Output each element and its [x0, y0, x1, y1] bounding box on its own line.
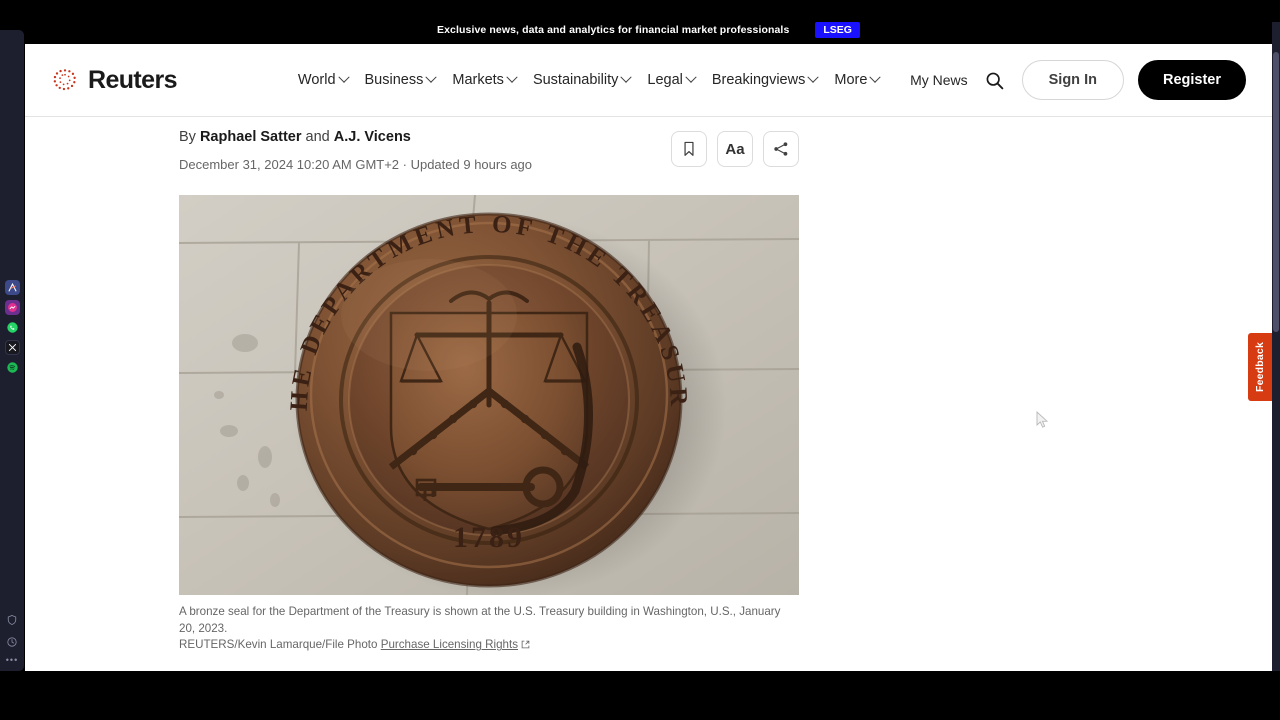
reuters-dots-logo-icon: [53, 69, 76, 91]
page-scrollbar[interactable]: [1272, 22, 1280, 671]
byline-prefix: By: [179, 129, 200, 145]
arc-app-icon: [8, 282, 16, 292]
search-icon: [986, 72, 1004, 89]
author-link-1[interactable]: Raphael Satter: [200, 129, 302, 145]
article-image[interactable]: THE DEPARTMENT OF THE TREASURY: [179, 195, 799, 596]
register-button[interactable]: Register: [1137, 60, 1246, 100]
nav-item-business[interactable]: Business: [364, 68, 438, 92]
nav-item-sustainability[interactable]: Sustainability: [532, 68, 633, 92]
promo-banner[interactable]: Exclusive news, data and analytics for f…: [25, 22, 1272, 44]
sidebar-app-1[interactable]: [4, 280, 20, 295]
more-options-icon[interactable]: •••: [6, 656, 18, 665]
nav-item-legal[interactable]: Legal: [647, 68, 697, 92]
history-clock-icon[interactable]: [5, 635, 19, 649]
nav-label-more: More: [834, 72, 868, 88]
share-icon: [774, 142, 788, 156]
feedback-label: Feedback: [1254, 341, 1266, 393]
caption-text: A bronze seal for the Department of the …: [179, 605, 781, 635]
svg-text:1789: 1789: [453, 521, 525, 554]
spotify-icon: [6, 362, 18, 373]
lseg-badge[interactable]: LSEG: [815, 22, 860, 38]
shield-icon[interactable]: [5, 613, 19, 627]
nav-label-sustainability: Sustainability: [532, 72, 619, 88]
feedback-tab[interactable]: Feedback: [1248, 333, 1272, 401]
chevron-down-icon: [337, 71, 350, 83]
sidebar-tools: •••: [5, 613, 19, 671]
treasury-seal-photo: THE DEPARTMENT OF THE TREASURY: [179, 195, 799, 596]
article-body: By Raphael Satter and A.J. Vicens Decemb…: [25, 117, 1272, 671]
nav-label-legal: Legal: [647, 72, 683, 88]
byline-row: By Raphael Satter and A.J. Vicens Decemb…: [179, 117, 799, 173]
external-link-icon[interactable]: [521, 638, 530, 654]
nav-label-business: Business: [364, 72, 424, 88]
text-size-button[interactable]: Aa: [717, 131, 753, 167]
byline-block: By Raphael Satter and A.J. Vicens Decemb…: [179, 128, 671, 173]
main-navigation: World Business Markets Sustainability Le…: [297, 68, 882, 92]
nav-label-breakingviews: Breakingviews: [711, 72, 806, 88]
caption-credit: REUTERS/Kevin Lamarque/File Photo: [179, 638, 378, 652]
image-caption: A bronze seal for the Department of the …: [179, 604, 799, 654]
screen: ••• Exclusive news, data and analytics f…: [0, 0, 1280, 720]
reuters-logo[interactable]: Reuters: [51, 65, 178, 94]
nav-item-more[interactable]: More: [834, 68, 882, 92]
author-link-2[interactable]: A.J. Vicens: [334, 129, 411, 145]
sidebar-app-4[interactable]: [4, 340, 20, 355]
chevron-down-icon: [425, 71, 438, 83]
browser-sidebar: •••: [0, 30, 24, 671]
scrollbar-thumb[interactable]: [1273, 52, 1279, 332]
byline-conjunction: and: [301, 129, 334, 145]
article-timestamp: December 31, 2024 10:20 AM GMT+2 · Updat…: [179, 156, 533, 172]
nav-item-world[interactable]: World: [297, 68, 350, 92]
share-button[interactable]: [763, 131, 799, 167]
chevron-down-icon: [869, 71, 882, 83]
whatsapp-icon: [6, 322, 18, 333]
reuters-wordmark: Reuters: [88, 65, 178, 94]
nav-item-breakingviews[interactable]: Breakingviews: [711, 68, 820, 92]
promo-banner-inner: Exclusive news, data and analytics for f…: [25, 22, 1272, 44]
search-button[interactable]: [982, 67, 1008, 93]
x-twitter-icon: [8, 343, 16, 352]
bookmark-icon: [684, 141, 694, 156]
header-actions: My News Sign In Register: [910, 60, 1246, 100]
chevron-down-icon: [620, 71, 633, 83]
article-column: By Raphael Satter and A.J. Vicens Decemb…: [179, 117, 799, 671]
promo-banner-text: Exclusive news, data and analytics for f…: [437, 24, 790, 36]
purchase-licensing-rights-link[interactable]: Purchase Licensing Rights: [381, 638, 518, 651]
page-viewport: Exclusive news, data and analytics for f…: [25, 22, 1272, 671]
messenger-icon: [7, 303, 17, 312]
sidebar-app-3[interactable]: [4, 320, 20, 335]
article-action-buttons: Aa: [671, 128, 799, 167]
nav-item-markets[interactable]: Markets: [452, 68, 518, 92]
sidebar-app-2[interactable]: [4, 300, 20, 315]
sidebar-app-5[interactable]: [4, 360, 20, 375]
bookmark-button[interactable]: [671, 131, 707, 167]
chevron-down-icon: [506, 71, 518, 83]
nav-label-world: World: [297, 72, 336, 88]
byline: By Raphael Satter and A.J. Vicens: [179, 128, 671, 148]
site-header: Reuters World Business Markets Sustainab…: [25, 44, 1272, 117]
chevron-down-icon: [685, 71, 697, 83]
sign-in-button[interactable]: Sign In: [1021, 60, 1124, 100]
chevron-down-icon: [807, 71, 820, 83]
my-news-link[interactable]: My News: [910, 72, 968, 88]
nav-label-markets: Markets: [452, 72, 504, 88]
